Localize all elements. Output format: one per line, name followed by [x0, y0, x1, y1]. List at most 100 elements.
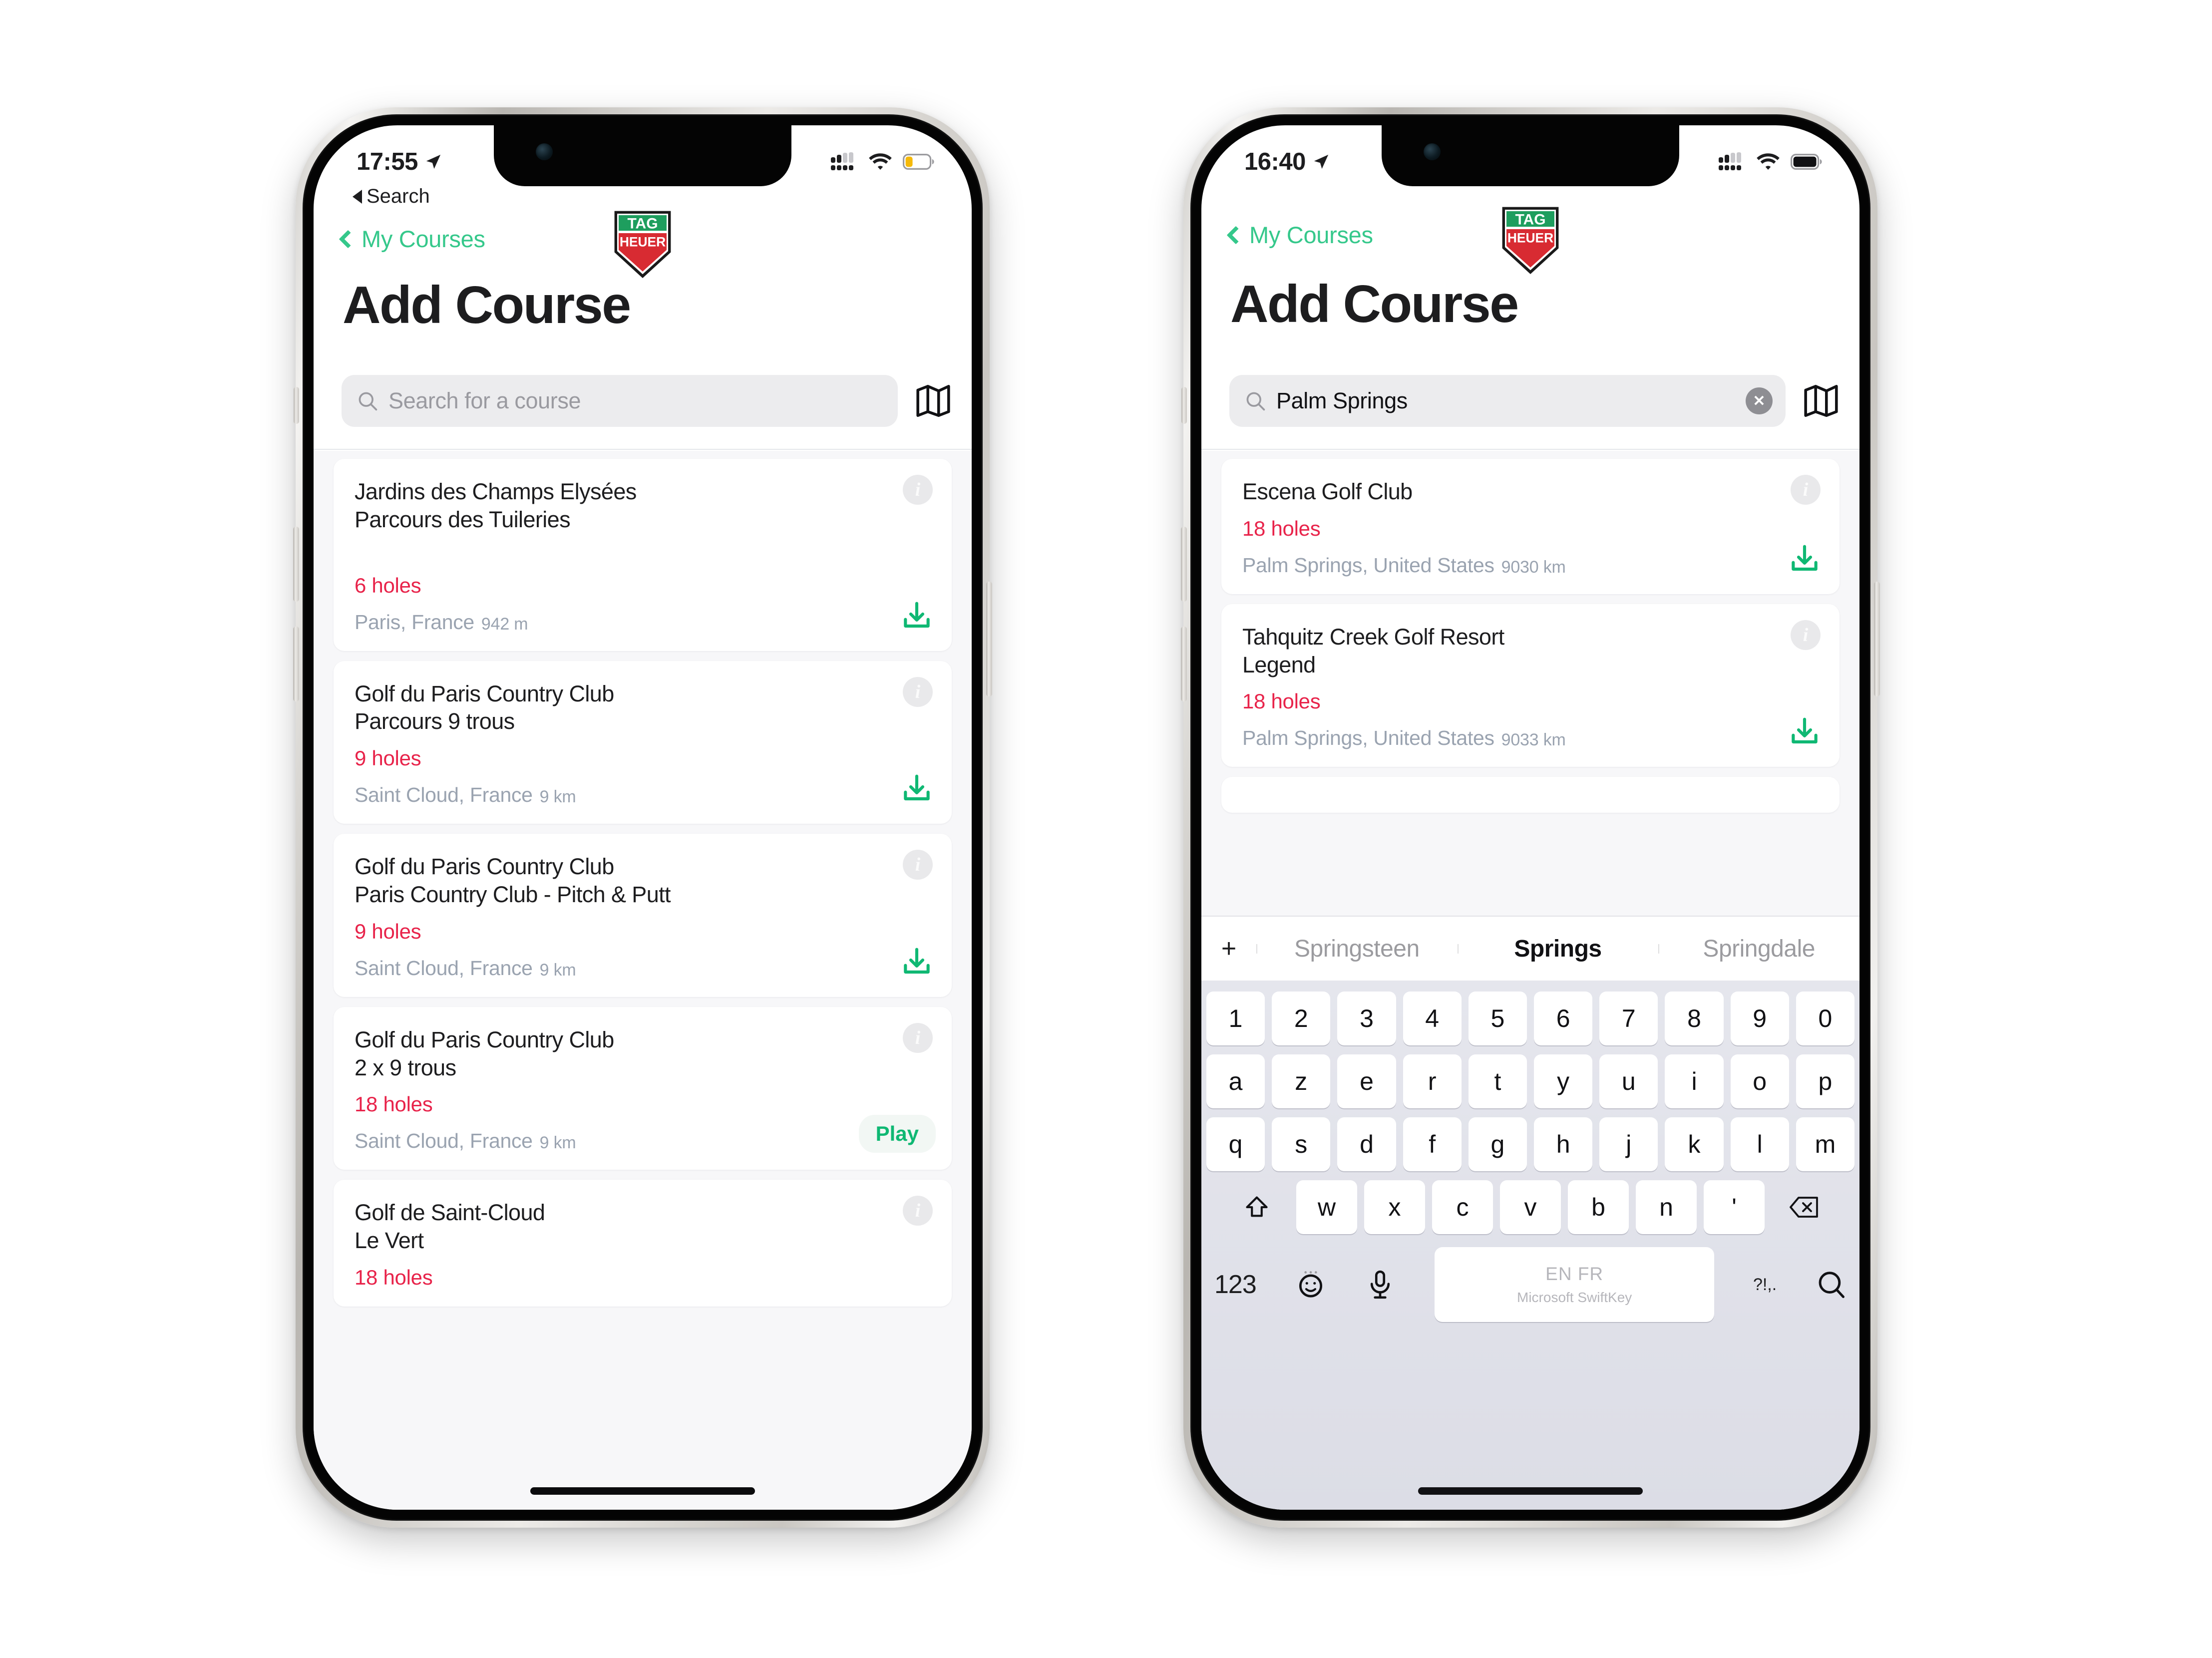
- info-icon[interactable]: i: [903, 1022, 933, 1053]
- back-to-my-courses-button[interactable]: My Courses: [339, 225, 485, 253]
- course-location-row: Paris, France 942 m: [355, 611, 931, 634]
- course-card[interactable]: Golf du Paris Country Club 2 x 9 trous 1…: [334, 1006, 952, 1170]
- key-6[interactable]: 6: [1534, 992, 1593, 1045]
- info-icon[interactable]: i: [1791, 475, 1821, 505]
- prestatus-back-link[interactable]: Search: [353, 185, 430, 208]
- course-list-right[interactable]: Escena Golf Club 18 holes Palm Springs, …: [1201, 451, 1859, 916]
- emoji-key[interactable]: [1295, 1269, 1326, 1300]
- key-8[interactable]: 8: [1665, 992, 1724, 1045]
- status-bar-left: 17:55: [314, 125, 972, 186]
- map-icon[interactable]: [1803, 382, 1840, 419]
- on-screen-keyboard[interactable]: + Springsteen Springs Springdale 1 2 3 4…: [1201, 916, 1859, 1510]
- key-apostrophe[interactable]: ': [1704, 1180, 1765, 1234]
- key-r[interactable]: r: [1403, 1054, 1462, 1108]
- search-key[interactable]: [1816, 1269, 1846, 1300]
- key-a[interactable]: a: [1206, 1054, 1265, 1108]
- silent-switch-right[interactable]: [1181, 387, 1187, 424]
- microphone-key[interactable]: [1365, 1269, 1396, 1300]
- punctuation-key[interactable]: ?!,.: [1753, 1276, 1777, 1293]
- course-subname: Parcours 9 trous: [355, 708, 515, 734]
- course-subname: Legend: [1242, 652, 1316, 677]
- info-icon[interactable]: i: [903, 850, 933, 880]
- clear-search-icon[interactable]: ✕: [1746, 387, 1773, 414]
- key-0[interactable]: 0: [1796, 992, 1855, 1045]
- info-icon[interactable]: i: [903, 475, 933, 505]
- key-5[interactable]: 5: [1468, 992, 1527, 1045]
- key-q[interactable]: q: [1206, 1117, 1265, 1171]
- spacebar-key[interactable]: EN FR Microsoft SwiftKey: [1435, 1247, 1715, 1322]
- key-u[interactable]: u: [1599, 1054, 1658, 1108]
- volume-down-button-left[interactable]: [293, 627, 299, 701]
- key-l[interactable]: l: [1730, 1117, 1789, 1171]
- key-9[interactable]: 9: [1730, 992, 1789, 1045]
- key-i[interactable]: i: [1665, 1054, 1724, 1108]
- key-7[interactable]: 7: [1599, 992, 1658, 1045]
- key-s[interactable]: s: [1272, 1117, 1331, 1171]
- download-icon[interactable]: [1789, 543, 1821, 575]
- suggestion-bar: + Springsteen Springs Springdale: [1201, 916, 1859, 981]
- course-card-partial[interactable]: [1221, 777, 1840, 813]
- home-indicator[interactable]: [530, 1487, 755, 1495]
- add-word-button[interactable]: +: [1201, 934, 1256, 964]
- course-distance: 9 km: [539, 787, 576, 807]
- key-d[interactable]: d: [1337, 1117, 1396, 1171]
- suggestion-item[interactable]: Springsteen: [1256, 935, 1458, 963]
- key-p[interactable]: p: [1796, 1054, 1855, 1108]
- key-e[interactable]: e: [1337, 1054, 1396, 1108]
- course-card[interactable]: Tahquitz Creek Golf Resort Legend 18 hol…: [1221, 604, 1840, 767]
- download-icon[interactable]: [1789, 716, 1821, 748]
- key-b[interactable]: b: [1568, 1180, 1629, 1234]
- key-x[interactable]: x: [1364, 1180, 1425, 1234]
- key-2[interactable]: 2: [1272, 992, 1331, 1045]
- suggestion-item[interactable]: Springdale: [1658, 935, 1859, 963]
- course-card[interactable]: Golf de Saint-Cloud Le Vert 18 holes i: [334, 1180, 952, 1307]
- home-indicator[interactable]: [1418, 1487, 1643, 1495]
- course-card[interactable]: Escena Golf Club 18 holes Palm Springs, …: [1221, 459, 1840, 594]
- silent-switch-left[interactable]: [294, 387, 299, 424]
- key-t[interactable]: t: [1468, 1054, 1527, 1108]
- course-list-left[interactable]: Jardins des Champs Elysées Parcours des …: [314, 451, 972, 1510]
- key-1[interactable]: 1: [1206, 992, 1265, 1045]
- course-subname: Le Vert: [355, 1228, 424, 1254]
- backspace-key[interactable]: [1772, 1180, 1837, 1234]
- key-f[interactable]: f: [1403, 1117, 1462, 1171]
- key-k[interactable]: k: [1665, 1117, 1724, 1171]
- play-button[interactable]: Play: [858, 1115, 936, 1153]
- power-button-right[interactable]: [1874, 582, 1880, 696]
- key-v[interactable]: v: [1500, 1180, 1561, 1234]
- key-n[interactable]: n: [1636, 1180, 1697, 1234]
- power-button-left[interactable]: [986, 582, 992, 696]
- course-card[interactable]: Jardins des Champs Elysées Parcours des …: [334, 459, 952, 651]
- key-4[interactable]: 4: [1403, 992, 1462, 1045]
- download-icon[interactable]: [901, 946, 933, 978]
- course-location: Paris, France: [355, 610, 474, 634]
- back-to-my-courses-button[interactable]: My Courses: [1226, 221, 1373, 249]
- key-g[interactable]: g: [1468, 1117, 1527, 1171]
- volume-up-button-left[interactable]: [293, 527, 299, 602]
- key-j[interactable]: j: [1599, 1117, 1658, 1171]
- key-z[interactable]: z: [1272, 1054, 1331, 1108]
- key-y[interactable]: y: [1534, 1054, 1593, 1108]
- suggestion-item-active[interactable]: Springs: [1457, 935, 1659, 963]
- key-w[interactable]: w: [1296, 1180, 1357, 1234]
- info-icon[interactable]: i: [903, 676, 933, 707]
- emoji-smiley-icon: [1299, 1271, 1322, 1298]
- info-icon[interactable]: i: [1791, 620, 1821, 650]
- course-card[interactable]: Golf du Paris Country Club Parcours 9 tr…: [334, 661, 952, 824]
- info-icon[interactable]: i: [903, 1196, 933, 1226]
- key-3[interactable]: 3: [1337, 992, 1396, 1045]
- download-icon[interactable]: [901, 600, 933, 632]
- course-card[interactable]: Golf du Paris Country Club Paris Country…: [334, 834, 952, 997]
- key-m[interactable]: m: [1796, 1117, 1855, 1171]
- key-o[interactable]: o: [1730, 1054, 1789, 1108]
- shift-key[interactable]: [1224, 1180, 1289, 1234]
- volume-down-button-right[interactable]: [1181, 627, 1187, 701]
- map-icon[interactable]: [915, 382, 952, 419]
- search-input[interactable]: Search for a course: [342, 375, 898, 427]
- key-c[interactable]: c: [1432, 1180, 1493, 1234]
- key-h[interactable]: h: [1534, 1117, 1593, 1171]
- volume-up-button-right[interactable]: [1181, 527, 1187, 602]
- numeric-keyboard-button[interactable]: 123: [1214, 1270, 1257, 1300]
- search-input[interactable]: Palm Springs ✕: [1229, 375, 1786, 427]
- download-icon[interactable]: [901, 773, 933, 805]
